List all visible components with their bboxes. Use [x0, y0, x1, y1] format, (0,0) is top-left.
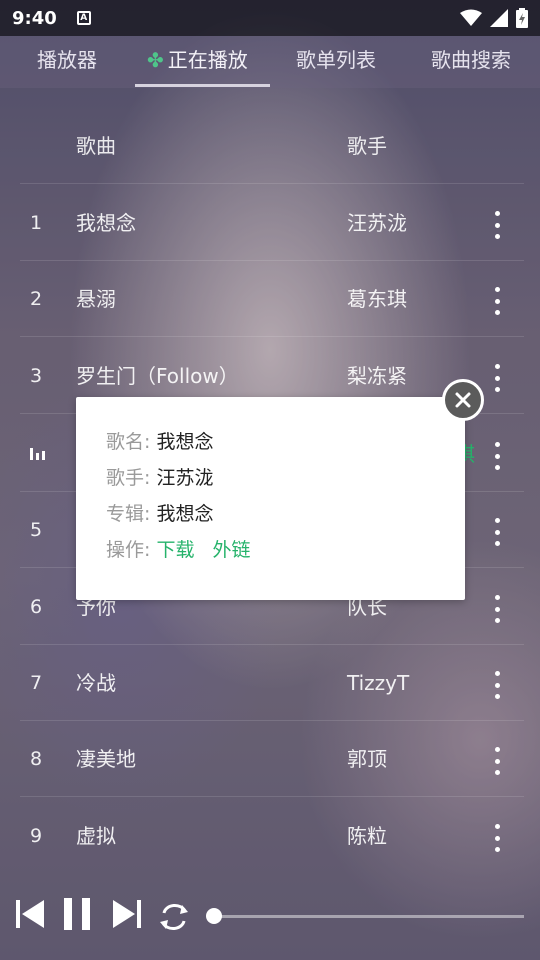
- row-number: 3: [30, 365, 43, 387]
- popup-artist-value: 汪苏泷: [156, 467, 214, 489]
- popup-song-row: 歌名: 我想念: [106, 430, 213, 454]
- row-number: 9: [30, 825, 43, 847]
- wifi-icon: [460, 9, 482, 26]
- popup-album-row: 专辑: 我想念: [106, 502, 213, 526]
- progress-knob[interactable]: [206, 908, 222, 924]
- popup-artist-label: 歌手:: [106, 467, 151, 489]
- list-header: 歌曲 歌手: [0, 108, 540, 184]
- tab-bar: 播放器 ✤ 正在播放 歌单列表 歌曲搜索: [0, 36, 540, 88]
- tab-song-search[interactable]: 歌曲搜索: [431, 36, 511, 88]
- active-tab-indicator: [135, 84, 270, 87]
- row-divider: [20, 183, 524, 184]
- external-link[interactable]: 外链: [213, 539, 251, 561]
- row-song: 悬溺: [76, 287, 116, 311]
- row-divider: [20, 336, 524, 337]
- more-options-icon[interactable]: [486, 287, 508, 315]
- row-artist: 郭顶: [347, 747, 387, 771]
- more-options-icon[interactable]: [486, 595, 508, 623]
- tab-song-search-label: 歌曲搜索: [431, 48, 511, 72]
- row-artist: TizzyT: [347, 671, 410, 695]
- tab-playlists[interactable]: 歌单列表: [296, 36, 376, 88]
- tab-now-playing[interactable]: ✤ 正在播放: [147, 36, 248, 88]
- popup-album-value: 我想念: [156, 503, 214, 525]
- more-options-icon[interactable]: [486, 824, 508, 852]
- previous-track-icon[interactable]: [14, 896, 46, 932]
- row-divider: [20, 796, 524, 797]
- tab-player[interactable]: 播放器: [37, 36, 97, 88]
- row-song: 我想念: [76, 211, 136, 235]
- download-link[interactable]: 下载: [156, 539, 194, 561]
- more-options-icon[interactable]: [486, 364, 508, 392]
- row-number: 1: [30, 212, 43, 234]
- table-row[interactable]: 2 悬溺 葛东琪: [0, 261, 540, 337]
- signal-icon: [490, 9, 508, 27]
- row-number: 5: [30, 519, 43, 541]
- status-time: 9:40: [12, 7, 57, 29]
- battery-icon: [516, 8, 528, 28]
- tab-playlists-label: 歌单列表: [296, 48, 376, 72]
- more-options-icon[interactable]: [486, 211, 508, 239]
- row-song: 冷战: [76, 671, 116, 695]
- table-row[interactable]: 1 我想念 汪苏泷: [0, 185, 540, 261]
- more-options-icon[interactable]: [486, 747, 508, 775]
- tab-player-label: 播放器: [37, 48, 97, 72]
- header-artist: 歌手: [347, 134, 387, 158]
- clover-icon: ✤: [147, 48, 164, 72]
- row-number: 8: [30, 748, 43, 770]
- popup-song-value: 我想念: [156, 431, 214, 453]
- next-track-icon[interactable]: [111, 896, 143, 932]
- close-icon: [455, 392, 471, 408]
- row-song: 虚拟: [76, 824, 116, 848]
- more-options-icon[interactable]: [486, 671, 508, 699]
- popup-song-label: 歌名:: [106, 431, 151, 453]
- table-row[interactable]: 9 虚拟 陈粒: [0, 798, 540, 874]
- more-options-icon[interactable]: [486, 442, 508, 470]
- repeat-loop-icon[interactable]: [157, 900, 191, 934]
- progress-bar[interactable]: [214, 915, 524, 918]
- row-artist: 陈粒: [347, 824, 387, 848]
- row-number: 6: [30, 596, 43, 618]
- popup-album-label: 专辑:: [106, 503, 151, 525]
- table-row[interactable]: 7 冷战 TizzyT: [0, 645, 540, 721]
- notification-a-icon: A: [76, 11, 91, 25]
- row-artist: 葛东琪: [347, 287, 407, 311]
- close-dialog-button[interactable]: [442, 379, 484, 421]
- more-options-icon[interactable]: [486, 518, 508, 546]
- row-artist: 汪苏泷: [347, 211, 407, 235]
- row-number: 2: [30, 288, 43, 310]
- popup-action-label: 操作:: [106, 539, 151, 561]
- header-song: 歌曲: [76, 134, 116, 158]
- song-info-dialog: 歌名: 我想念 歌手: 汪苏泷 专辑: 我想念 操作: 下载 外链: [76, 397, 465, 600]
- status-icons: [460, 8, 528, 28]
- table-row[interactable]: 8 凄美地 郭顶: [0, 721, 540, 797]
- row-number: 7: [30, 672, 43, 694]
- status-bar: 9:40 A: [0, 0, 540, 36]
- pause-icon[interactable]: [63, 896, 91, 932]
- popup-artist-row: 歌手: 汪苏泷: [106, 466, 213, 490]
- tab-now-playing-label: 正在播放: [167, 48, 248, 72]
- row-song: 凄美地: [76, 747, 136, 771]
- popup-action-row: 操作: 下载 外链: [106, 538, 263, 562]
- now-playing-icon: [30, 448, 46, 460]
